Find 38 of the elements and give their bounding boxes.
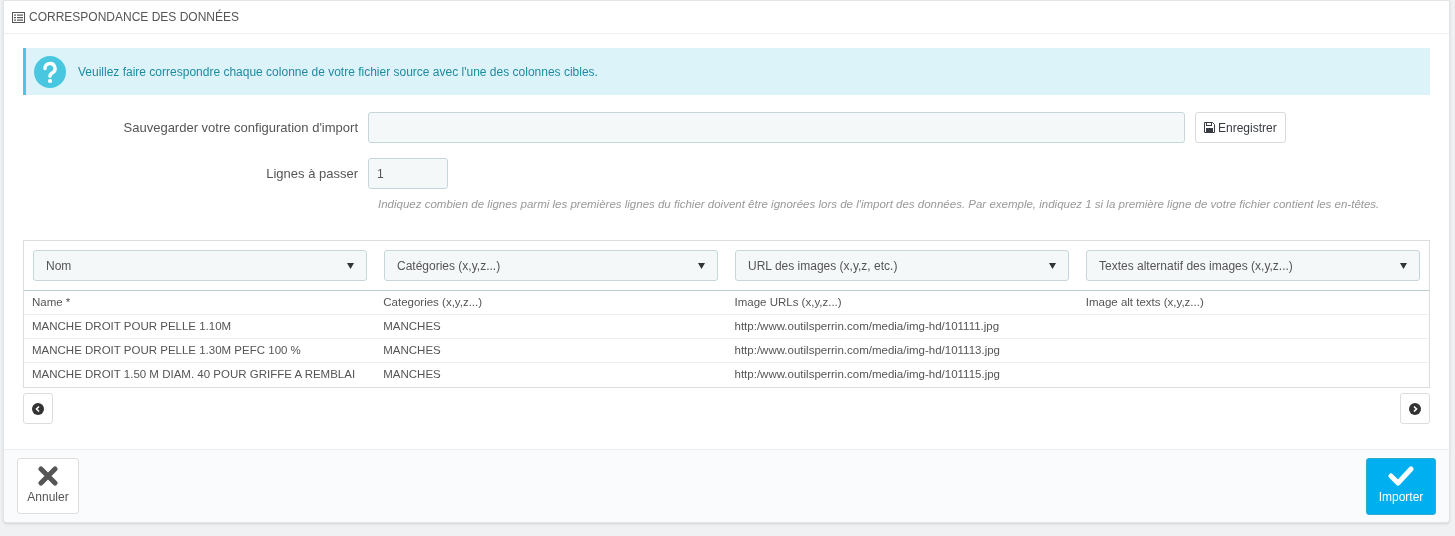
column-select[interactable]: Catégories (x,y,z...) [384,250,718,281]
column-select[interactable]: Textes alternatif des images (x,y,z...) [1086,250,1420,281]
right-chevron-circle-icon [1409,402,1421,415]
table-cell-text: MANCHES [382,367,442,383]
cancel-button[interactable]: Annuler [17,458,79,514]
column-header: Categories (x,y,z...) [382,294,484,310]
table-cell-text: MANCHES [382,318,442,334]
table-cell-text: http:/www.outilsperrin.com/media/img-hd/101115.jpg [733,367,1001,383]
table-cell-text: http:/www.outilsperrin.com/media/img-hd/101111.jpg [733,318,1001,334]
column-select[interactable]: URL des images (x,y,z, etc.) [735,250,1069,281]
table-cell-text: http:/www.outilsperrin.com/media/img-hd/101113.jpg [733,342,1001,358]
previous-button[interactable] [23,393,53,424]
caret-icon [698,262,705,269]
close-icon [38,466,58,486]
help-text: Indiquez combien de lignes parmi les premières lignes du fichier doivent être ignorées lors de l'import des données. Par exemple, indiquez 1 si la première ligne de votre fichier contient les en-têtes. [378,197,1381,212]
caret-icon [1049,262,1056,269]
column-header: Image alt texts (x,y,z...) [1084,294,1205,310]
list-icon [12,11,25,23]
skip-lines-field[interactable]: 1 [368,158,448,189]
caret-icon [1400,262,1407,269]
field-label: Sauvegarder votre configuration d'import [122,118,359,137]
alert-text: Veuillez faire correspondre chaque colonne de votre fichier source avec l'une des colonnes cibles. [78,63,598,81]
column-header: Name * [31,294,72,310]
table-cell-text: MANCHE DROIT 1.50 M DIAM. 40 POUR GRIFFE A REMBLAI [31,367,357,383]
checkmark-icon [1388,466,1414,486]
panel-title: CORRESPONDANCE DES DONNÉES [29,8,240,26]
help-icon [34,55,66,88]
column-header: Image URLs (x,y,z...) [733,294,843,310]
table-cell-text: MANCHE DROIT POUR PELLE 1.10M [31,318,233,334]
save-button[interactable]: Enregistrer [1195,112,1286,143]
field-label: Lignes à passer [265,164,359,183]
config-name-field[interactable] [368,112,1185,143]
caret-icon [347,262,354,269]
table-cell-text: MANCHE DROIT POUR PELLE 1.30M PEFC 100 % [31,342,302,358]
table-cell-text: MANCHES [382,342,442,358]
left-chevron-circle-icon [32,402,44,415]
column-select[interactable]: Nom [33,250,367,281]
next-button[interactable] [1400,393,1430,424]
